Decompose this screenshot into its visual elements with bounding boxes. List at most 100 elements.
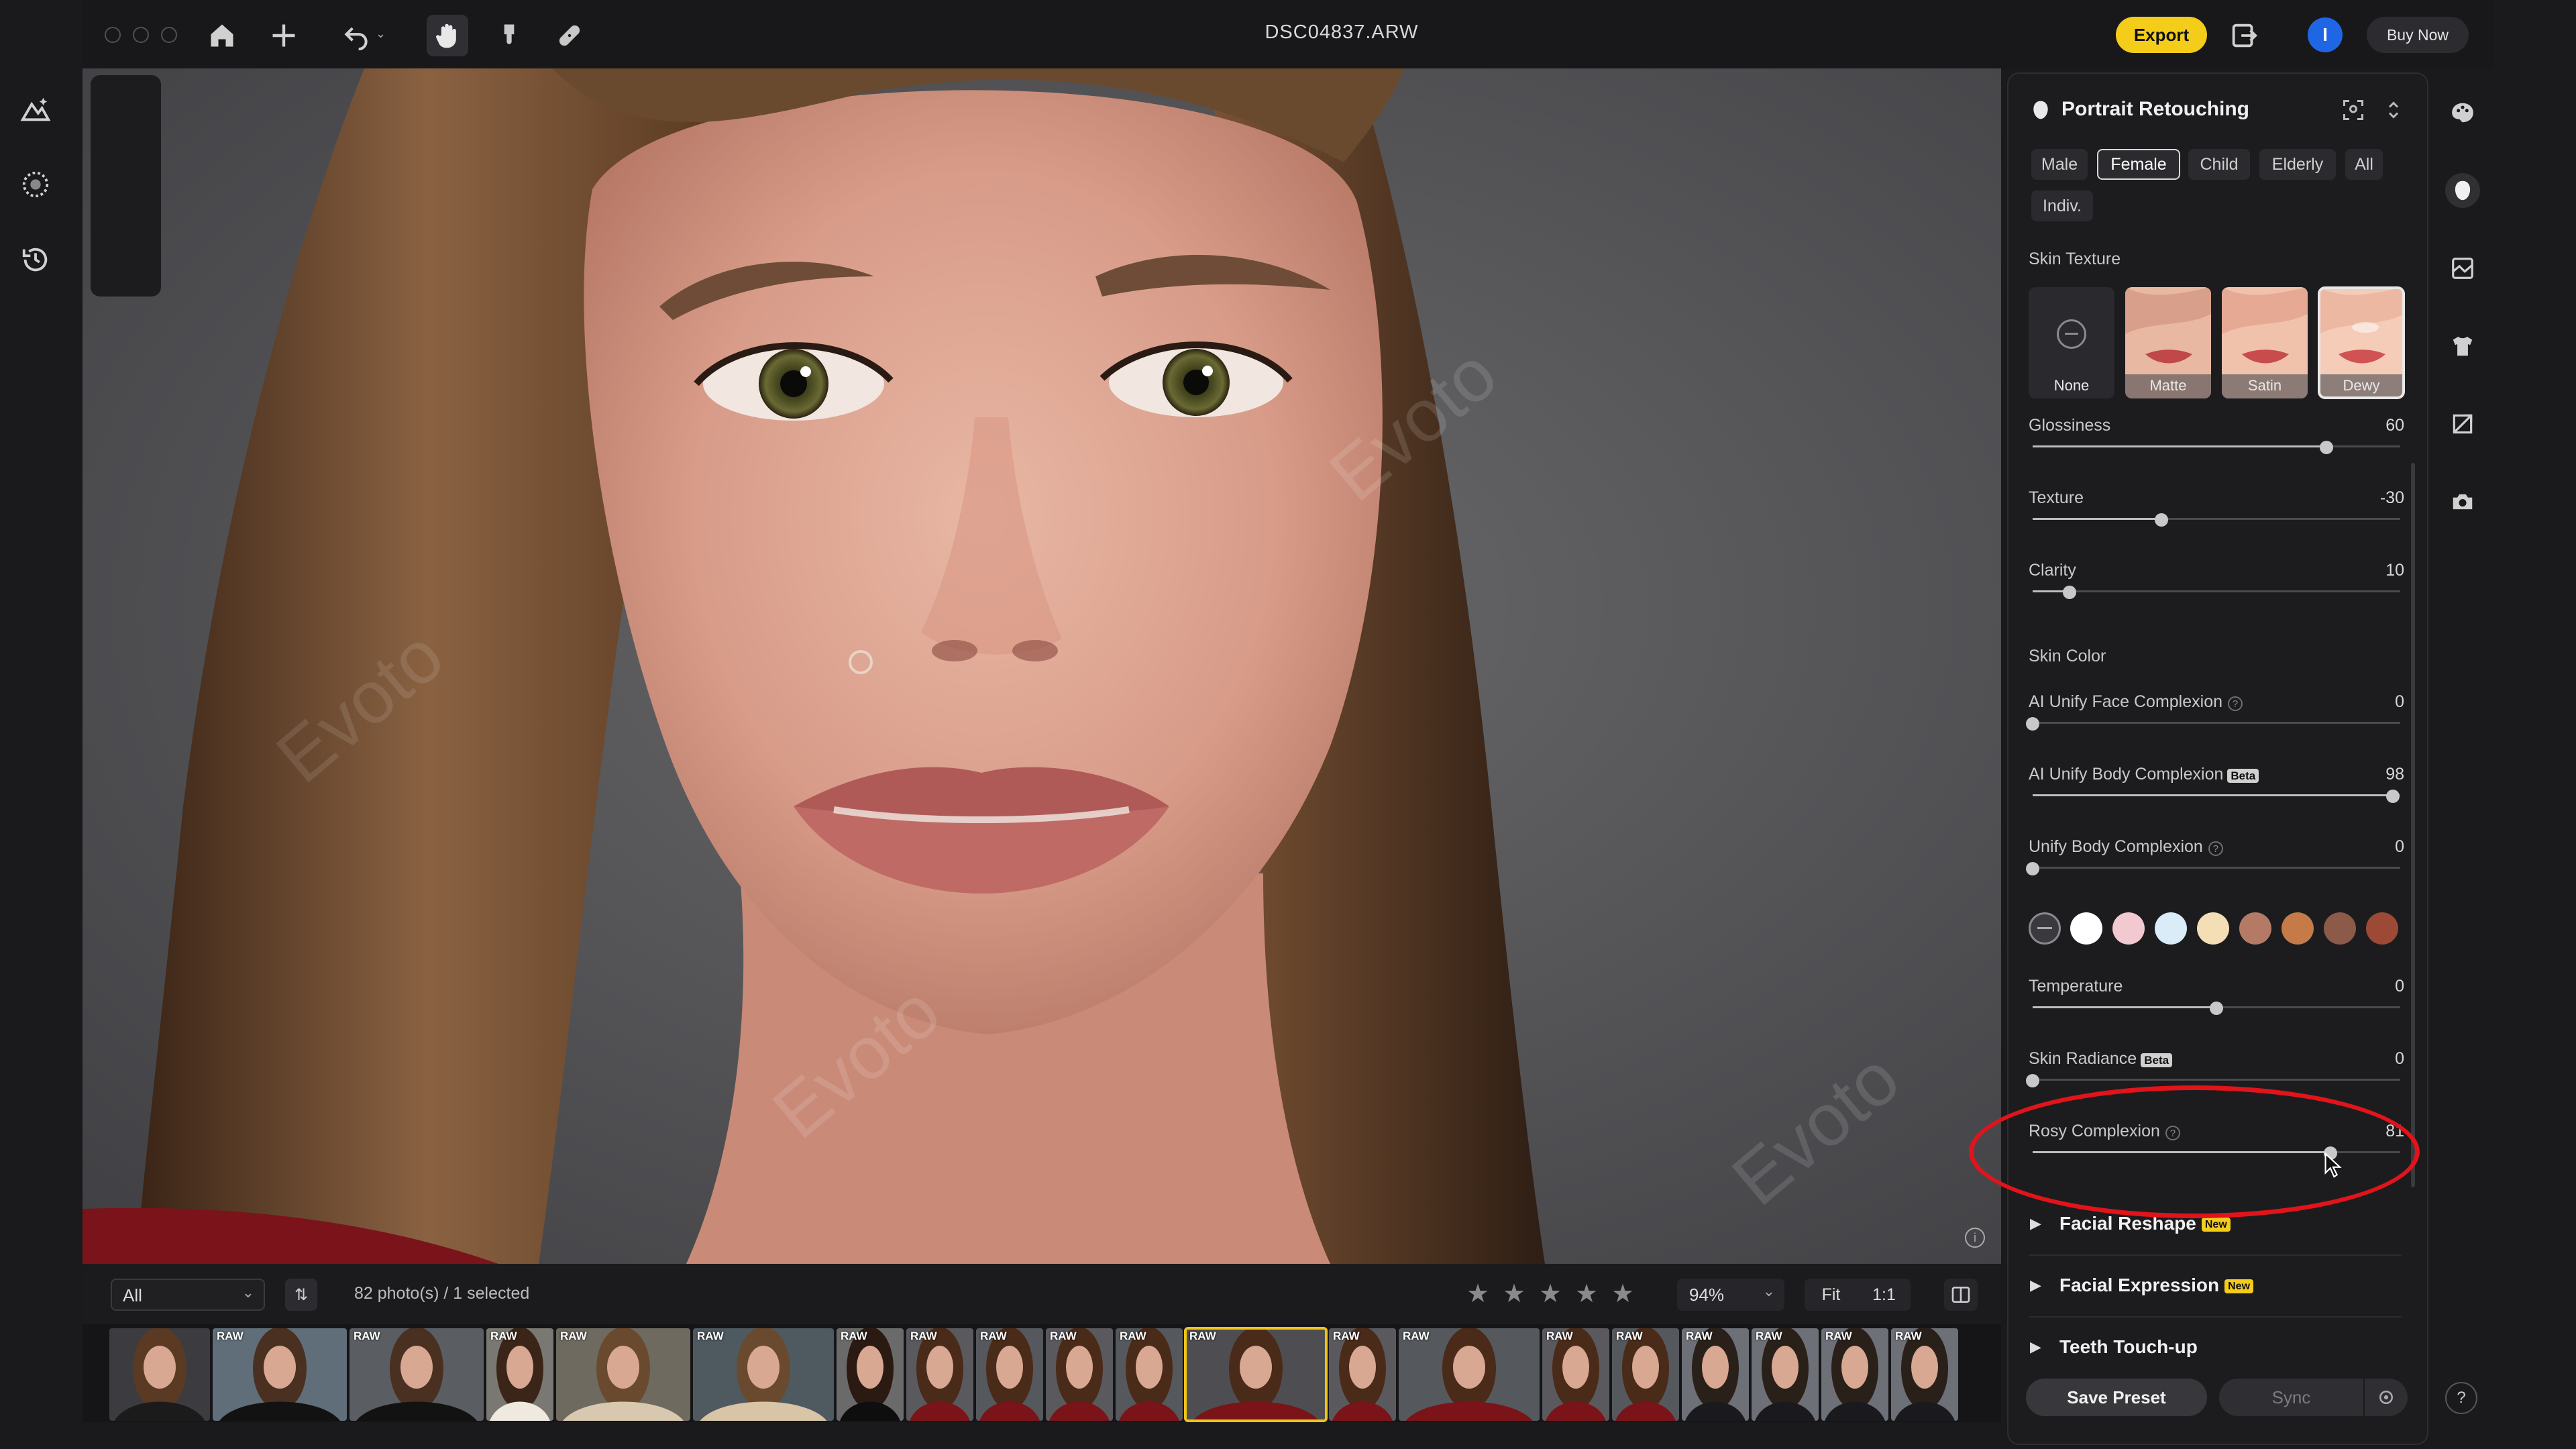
undo-history-dropdown-icon[interactable]: ⌄ <box>376 27 389 40</box>
slider-handle[interactable] <box>2210 1002 2223 1015</box>
background-icon[interactable] <box>2445 251 2480 286</box>
rating-star-5[interactable]: ★ <box>1611 1279 1634 1309</box>
fit-button[interactable]: Fit <box>1805 1279 1858 1311</box>
history-icon[interactable] <box>20 244 51 275</box>
slider-handle[interactable] <box>2154 513 2168 527</box>
export-button[interactable]: Export <box>2116 17 2207 53</box>
slider-handle[interactable] <box>2386 790 2400 803</box>
expand-caret-icon[interactable]: ▶ <box>2030 1277 2041 1294</box>
expand-collapse-icon[interactable] <box>2381 98 2406 122</box>
face-detect-icon[interactable] <box>2341 98 2365 122</box>
texture-dots-icon[interactable] <box>20 169 51 200</box>
window-minimize-button[interactable] <box>133 27 149 43</box>
help-icon[interactable]: ? <box>2165 1126 2180 1140</box>
swatch-none[interactable] <box>2029 912 2061 945</box>
palette-icon[interactable] <box>2445 95 2480 130</box>
skin-color-swatch[interactable] <box>2070 912 2102 945</box>
slider-handle[interactable] <box>2026 1074 2039 1087</box>
group-all[interactable]: All <box>2345 149 2383 180</box>
buy-now-button[interactable]: Buy Now <box>2367 17 2469 53</box>
section-header[interactable]: Facial Reshape New <box>2059 1213 2231 1234</box>
help-icon[interactable]: ? <box>2208 841 2223 856</box>
crop-icon[interactable] <box>2445 407 2480 441</box>
skin-color-swatch[interactable] <box>2197 912 2229 945</box>
help-button[interactable]: ? <box>2445 1382 2477 1414</box>
expand-caret-icon[interactable]: ▶ <box>2030 1338 2041 1356</box>
window-maximize-button[interactable] <box>161 27 177 43</box>
section-header[interactable]: Teeth Touch-up <box>2059 1336 2198 1358</box>
skin-color-swatch[interactable] <box>2366 912 2398 945</box>
slider-track[interactable] <box>2033 867 2400 869</box>
group-individual[interactable]: Indiv. <box>2031 191 2093 221</box>
expand-caret-icon[interactable]: ▶ <box>2030 1215 2041 1232</box>
rating-star-1[interactable]: ★ <box>1466 1279 1489 1309</box>
filmstrip-thumbnail[interactable]: RAW <box>1752 1328 1819 1421</box>
skin-color-swatch[interactable] <box>2112 912 2145 945</box>
texture-option-none[interactable]: None <box>2029 287 2114 398</box>
compare-view-button[interactable] <box>1944 1279 1978 1311</box>
filter-select[interactable]: All ⌄ <box>111 1279 265 1311</box>
slider-handle[interactable] <box>2062 586 2076 599</box>
filmstrip-thumbnail[interactable]: RAW <box>1821 1328 1888 1421</box>
skin-color-swatch[interactable] <box>2155 912 2187 945</box>
filmstrip-thumbnail[interactable]: RAW <box>213 1328 347 1421</box>
undo-icon[interactable] <box>335 15 377 56</box>
texture-option-dewy[interactable]: Dewy <box>2318 286 2405 399</box>
slider-track[interactable] <box>2033 590 2400 592</box>
rating-star-2[interactable]: ★ <box>1503 1279 1525 1309</box>
filmstrip-thumbnail[interactable] <box>109 1328 210 1421</box>
share-icon[interactable] <box>2229 20 2259 51</box>
camera-icon[interactable] <box>2445 484 2480 519</box>
slider-handle[interactable] <box>2026 862 2039 875</box>
add-icon[interactable] <box>263 15 305 56</box>
group-female[interactable]: Female <box>2097 149 2180 180</box>
clothing-icon[interactable] <box>2445 329 2480 364</box>
filmstrip-thumbnail[interactable]: RAW <box>1612 1328 1679 1421</box>
slider-handle[interactable] <box>2026 717 2039 731</box>
filmstrip-thumbnail[interactable]: RAW <box>693 1328 834 1421</box>
info-icon[interactable]: i <box>1965 1228 1985 1248</box>
filmstrip-thumbnail[interactable]: RAW <box>1682 1328 1749 1421</box>
group-elderly[interactable]: Elderly <box>2259 149 2336 180</box>
filmstrip-thumbnail[interactable]: RAW <box>1891 1328 1958 1421</box>
group-child[interactable]: Child <box>2188 149 2250 180</box>
slider-track[interactable] <box>2033 1079 2400 1081</box>
hand-icon[interactable] <box>427 15 468 56</box>
one-to-one-button[interactable]: 1:1 <box>1858 1279 1911 1311</box>
texture-option-satin[interactable]: Satin <box>2222 287 2308 398</box>
filmstrip-thumbnail[interactable]: RAW <box>1329 1328 1396 1421</box>
mountain-adjust-icon[interactable] <box>20 94 51 125</box>
filmstrip-thumbnail[interactable]: RAW <box>1046 1328 1113 1421</box>
filmstrip[interactable]: RAW RAW RAW RAW RAW RAW RAW RAW RAW RAW RAW RAW RAW R… <box>83 1324 2001 1422</box>
filmstrip-thumbnail[interactable]: RAW <box>486 1328 553 1421</box>
section-header[interactable]: Facial Expression New <box>2059 1275 2254 1296</box>
filmstrip-thumbnail[interactable]: RAW <box>1116 1328 1183 1421</box>
filmstrip-thumbnail[interactable]: RAW <box>1399 1328 1540 1421</box>
home-icon[interactable] <box>201 15 243 56</box>
face-retouch-icon[interactable] <box>2445 173 2480 208</box>
slider-track[interactable] <box>2033 722 2400 724</box>
skin-color-swatch[interactable] <box>2324 912 2356 945</box>
skin-color-swatch[interactable] <box>2239 912 2271 945</box>
rating-star-4[interactable]: ★ <box>1575 1279 1598 1309</box>
main-photo-canvas[interactable]: Evoto Evoto Evoto Evoto <box>83 68 2001 1264</box>
brush-icon[interactable] <box>488 15 530 56</box>
skin-color-swatch[interactable] <box>2282 912 2314 945</box>
filmstrip-thumbnail[interactable]: RAW <box>976 1328 1043 1421</box>
sync-settings-button[interactable] <box>2365 1379 2408 1416</box>
zoom-select[interactable]: 94% ⌄ <box>1677 1279 1784 1311</box>
texture-option-matte[interactable]: Matte <box>2125 287 2211 398</box>
help-icon[interactable]: ? <box>2228 696 2243 711</box>
filmstrip-thumbnail[interactable]: RAW <box>837 1328 904 1421</box>
panel-scrollbar[interactable] <box>2411 463 2415 1187</box>
sync-button[interactable]: Sync <box>2219 1379 2363 1416</box>
rating-star-3[interactable]: ★ <box>1539 1279 1562 1309</box>
window-close-button[interactable] <box>105 27 121 43</box>
save-preset-button[interactable]: Save Preset <box>2026 1379 2207 1416</box>
filmstrip-thumbnail[interactable]: RAW <box>906 1328 973 1421</box>
filmstrip-thumbnail[interactable]: RAW <box>1542 1328 1609 1421</box>
sort-button[interactable]: ⇅ <box>285 1279 317 1311</box>
bandage-icon[interactable] <box>549 15 590 56</box>
avatar[interactable]: I <box>2308 17 2343 52</box>
filmstrip-thumbnail[interactable]: RAW <box>1184 1327 1328 1422</box>
